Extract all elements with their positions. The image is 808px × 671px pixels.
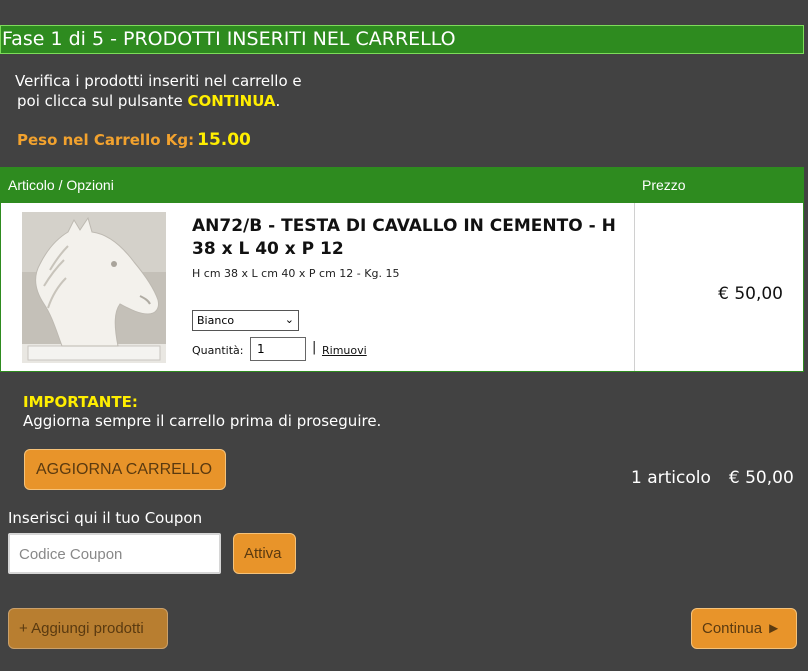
column-header-price: Prezzo: [642, 177, 686, 193]
cart-summary: 1 articolo € 50,00: [631, 468, 794, 488]
intro-line-2: poi clicca sul pulsante CONTINUA.: [15, 91, 302, 111]
update-cart-button[interactable]: AGGIORNA CARRELLO: [24, 449, 226, 490]
activate-coupon-button[interactable]: Attiva: [233, 533, 296, 574]
quantity-label: Quantità:: [192, 344, 244, 357]
cart-weight: Peso nel Carrello Kg: 15.00: [17, 130, 251, 150]
coupon-input[interactable]: Codice Coupon: [8, 533, 221, 574]
product-image: [22, 212, 166, 363]
coupon-placeholder: Codice Coupon: [19, 546, 123, 563]
important-title: IMPORTANTE:: [23, 393, 138, 411]
chevron-down-icon: ⌄: [284, 313, 294, 326]
separator: |: [312, 340, 317, 355]
add-products-label: + Aggiungi prodotti: [19, 620, 144, 637]
continue-label: Continua ►: [702, 620, 782, 637]
intro-line-2-text: poi clicca sul pulsante: [17, 92, 188, 110]
update-cart-label: AGGIORNA CARRELLO: [36, 461, 213, 478]
quantity-value: 1: [257, 342, 265, 356]
important-text: Aggiorna sempre il carrello prima di pro…: [23, 412, 382, 430]
variant-selected-value: Bianco: [197, 314, 235, 327]
column-divider: [634, 203, 635, 371]
item-price: € 50,00: [718, 284, 783, 304]
horse-head-icon[interactable]: [22, 212, 166, 363]
cart-weight-label: Peso nel Carrello Kg:: [17, 131, 195, 149]
activate-label: Attiva: [244, 545, 282, 562]
remove-link[interactable]: Rimuovi: [322, 344, 367, 357]
coupon-label: Inserisci qui il tuo Coupon: [8, 509, 203, 527]
add-products-button[interactable]: + Aggiungi prodotti: [8, 608, 168, 649]
continue-highlight: CONTINUA: [187, 92, 276, 110]
continue-button[interactable]: Continua ►: [691, 608, 797, 649]
column-header-item: Articolo / Opzioni: [8, 177, 114, 193]
quantity-input[interactable]: 1: [250, 337, 306, 361]
step-title: Fase 1 di 5 - PRODOTTI INSERITI NEL CARR…: [2, 28, 456, 50]
product-subtitle: H cm 38 x L cm 40 x P cm 12 - Kg. 15: [192, 267, 400, 280]
intro-line-1: Verifica i prodotti inseriti nel carrell…: [15, 72, 302, 90]
cart-weight-value: 15.00: [197, 130, 251, 150]
cart-total: € 50,00: [728, 468, 794, 488]
step-header: Fase 1 di 5 - PRODOTTI INSERITI NEL CARR…: [0, 25, 804, 54]
variant-select[interactable]: Bianco ⌄: [192, 310, 299, 331]
product-title: AN72/B - TESTA DI CAVALLO IN CEMENTO - H…: [192, 216, 616, 259]
cart-table-header: Articolo / Opzioni Prezzo: [0, 167, 804, 202]
intro-line-2-suffix: .: [275, 92, 281, 110]
item-count: 1 articolo: [631, 468, 711, 488]
cart-item-row: AN72/B - TESTA DI CAVALLO IN CEMENTO - H…: [0, 202, 804, 372]
intro-text: Verifica i prodotti inseriti nel carrell…: [15, 71, 302, 111]
